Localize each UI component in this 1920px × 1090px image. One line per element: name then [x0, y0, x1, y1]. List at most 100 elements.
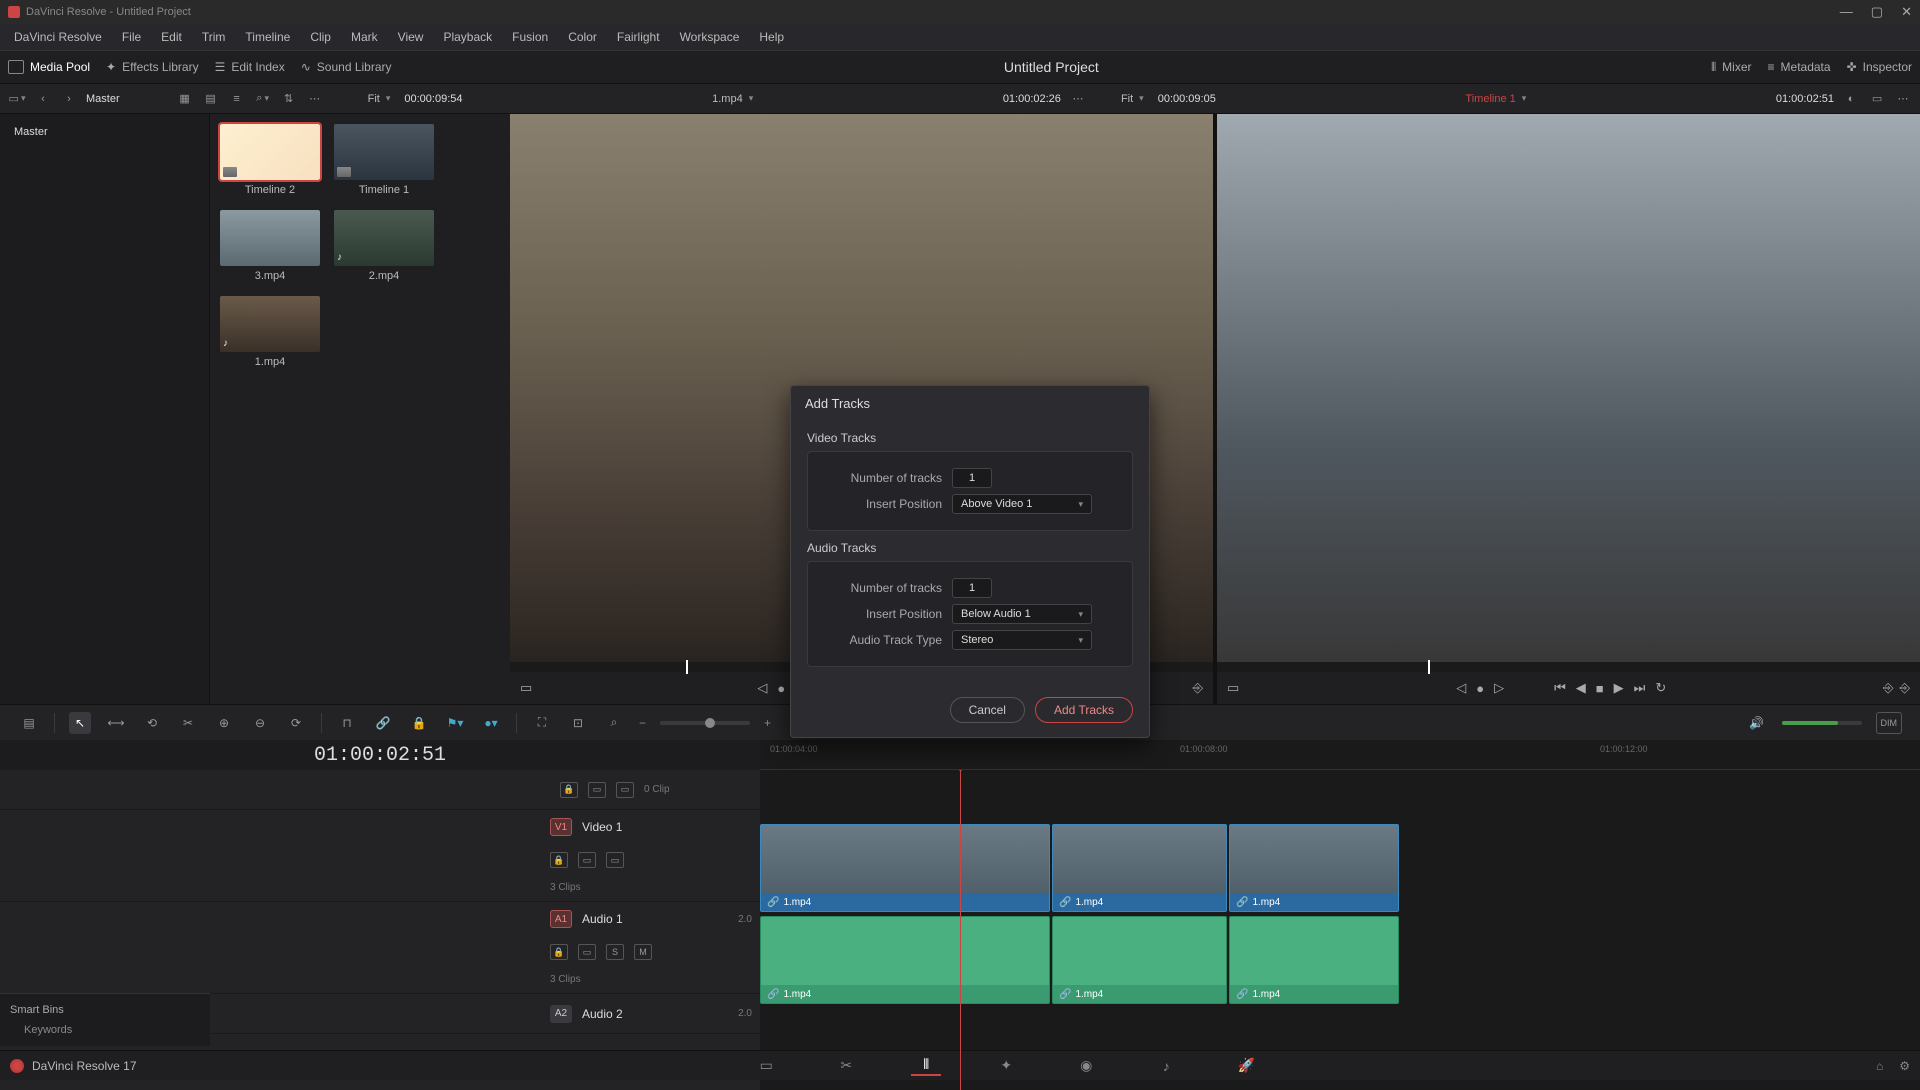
link-icon[interactable]: 🔗: [372, 712, 394, 734]
match-frame-icon[interactable]: ▭: [520, 680, 532, 696]
blade-tool[interactable]: ✂: [177, 712, 199, 734]
zoom-full-icon[interactable]: ⛶: [531, 712, 553, 734]
timeline-ruler[interactable]: 01:00:04:00 01:00:08:00 01:00:12:00: [760, 740, 1920, 770]
source-zoom-dropdown[interactable]: Fit: [362, 91, 397, 107]
audio-clip[interactable]: 🔗1.mp4: [1229, 916, 1399, 1004]
lock-icon[interactable]: 🔒: [560, 782, 578, 798]
replace-tool[interactable]: ⟳: [285, 712, 307, 734]
panel-sound-library[interactable]: ∿Sound Library: [301, 60, 392, 74]
jog-back-icon[interactable]: ◁: [757, 680, 767, 696]
timeline-view-options[interactable]: ▤: [18, 712, 40, 734]
audio-track-type-select[interactable]: Stereo: [952, 630, 1092, 650]
smart-bin-keywords[interactable]: Keywords: [10, 1020, 200, 1040]
dynamic-trim-tool[interactable]: ⟲: [141, 712, 163, 734]
source-clip-name[interactable]: 1.mp4: [706, 91, 759, 107]
page-fairlight[interactable]: ♪: [1151, 1056, 1181, 1076]
home-icon[interactable]: ⌂: [1876, 1059, 1883, 1073]
page-deliver[interactable]: 🚀: [1231, 1056, 1261, 1076]
video-track-count-input[interactable]: [952, 468, 992, 488]
clip-1mp4[interactable]: ♪ 1.mp4: [220, 296, 320, 368]
solo-button[interactable]: S: [606, 944, 624, 960]
nav-back[interactable]: ‹: [34, 90, 52, 108]
stop-icon[interactable]: ■: [1596, 681, 1604, 696]
track-badge-v1[interactable]: V1: [550, 818, 572, 836]
out-point-icon[interactable]: ⎆: [1900, 680, 1910, 696]
menu-davinci-resolve[interactable]: DaVinci Resolve: [6, 26, 110, 48]
flag-icon[interactable]: ⚑▾: [444, 712, 466, 734]
zoom-minus[interactable]: −: [639, 716, 646, 730]
jog-dot-icon[interactable]: ●: [1476, 681, 1484, 696]
in-point-icon[interactable]: ⎆: [1883, 680, 1893, 696]
nav-fwd[interactable]: ›: [60, 90, 78, 108]
track-badge-a1[interactable]: A1: [550, 910, 572, 928]
timeline-name-dropdown[interactable]: Timeline 1: [1459, 91, 1532, 107]
menu-view[interactable]: View: [390, 26, 432, 48]
auto-select-icon[interactable]: ▭: [578, 944, 596, 960]
search-icon[interactable]: ⌕: [254, 90, 272, 108]
first-frame-icon[interactable]: ⏮: [1554, 680, 1566, 696]
insert-tool[interactable]: ⊕: [213, 712, 235, 734]
video-clip[interactable]: 🔗1.mp4: [760, 824, 1050, 912]
bin-master[interactable]: Master: [8, 122, 201, 142]
panel-metadata[interactable]: ≡Metadata: [1768, 60, 1831, 74]
options-icon[interactable]: ⋯: [306, 90, 324, 108]
jog-back-icon[interactable]: ◁: [1456, 680, 1466, 696]
menu-fusion[interactable]: Fusion: [504, 26, 556, 48]
menu-fairlight[interactable]: Fairlight: [609, 26, 668, 48]
snap-icon[interactable]: ⊓: [336, 712, 358, 734]
loop-icon[interactable]: ↻: [1655, 680, 1666, 696]
audio-insert-position-select[interactable]: Below Audio 1: [952, 604, 1092, 624]
timeline-scrubber[interactable]: [1217, 662, 1920, 672]
maximize-button[interactable]: ▢: [1871, 4, 1883, 20]
audio-clip[interactable]: 🔗1.mp4: [760, 916, 1050, 1004]
auto-select-icon[interactable]: ▭: [578, 852, 596, 868]
source-options-icon[interactable]: ⋯: [1069, 90, 1087, 108]
zoom-plus[interactable]: +: [764, 716, 771, 730]
zoom-detail-icon[interactable]: ⊡: [567, 712, 589, 734]
view-thumb-grid-icon[interactable]: ▤: [202, 90, 220, 108]
menu-trim[interactable]: Trim: [194, 26, 234, 48]
menu-help[interactable]: Help: [751, 26, 792, 48]
selection-tool[interactable]: ↖: [69, 712, 91, 734]
playhead[interactable]: [960, 770, 961, 1090]
menu-playback[interactable]: Playback: [435, 26, 500, 48]
panel-mixer[interactable]: ⫴Mixer: [1711, 60, 1751, 75]
video-clip[interactable]: 🔗1.mp4: [1229, 824, 1399, 912]
panel-edit-index[interactable]: ☰Edit Index: [215, 60, 285, 74]
page-fusion[interactable]: ✦: [991, 1056, 1021, 1076]
page-edit[interactable]: ⫴: [911, 1056, 941, 1076]
overwrite-tool[interactable]: ⊖: [249, 712, 271, 734]
menu-color[interactable]: Color: [560, 26, 605, 48]
video-clip[interactable]: 🔗1.mp4: [1052, 824, 1227, 912]
timeline-content[interactable]: 🔗1.mp4 🔗1.mp4 🔗1.mp4 🔗1.mp4 🔗1.mp4 🔗1.mp…: [760, 770, 1920, 1090]
minimize-button[interactable]: —: [1840, 4, 1853, 20]
in-point-icon[interactable]: ⎆: [1193, 680, 1203, 696]
lock-icon[interactable]: 🔒: [550, 852, 568, 868]
add-tracks-button[interactable]: Add Tracks: [1035, 697, 1133, 723]
lock-icon[interactable]: 🔒: [550, 944, 568, 960]
track-badge-a2[interactable]: A2: [550, 1005, 572, 1023]
mute-button[interactable]: M: [634, 944, 652, 960]
pool-view-dropdown[interactable]: ▭: [8, 90, 26, 108]
page-media[interactable]: ▭: [751, 1056, 781, 1076]
clip-3mp4[interactable]: 3.mp4: [220, 210, 320, 282]
volume-icon[interactable]: 🔊: [1746, 712, 1768, 734]
single-viewer-icon[interactable]: ▭: [1868, 90, 1886, 108]
scrub-marker[interactable]: [1428, 660, 1430, 674]
track-header-a1[interactable]: A1 Audio 1 2.0 🔒 ▭ S M 3 Clips: [0, 902, 760, 994]
close-button[interactable]: ✕: [1901, 4, 1912, 20]
dim-button[interactable]: DIM: [1876, 712, 1903, 734]
page-cut[interactable]: ✂: [831, 1056, 861, 1076]
audio-clip[interactable]: 🔗1.mp4: [1052, 916, 1227, 1004]
cancel-button[interactable]: Cancel: [950, 697, 1025, 723]
play-icon[interactable]: ▶: [1614, 680, 1624, 696]
timeline-zoom-dropdown[interactable]: Fit: [1115, 91, 1150, 107]
disable-icon[interactable]: ▭: [606, 852, 624, 868]
clip-timeline-1[interactable]: Timeline 1: [334, 124, 434, 196]
marker-icon[interactable]: ●▾: [480, 712, 502, 734]
sort-icon[interactable]: ⇅: [280, 90, 298, 108]
view-thumb-large-icon[interactable]: ▦: [176, 90, 194, 108]
timeline-timecode[interactable]: 01:00:02:51: [0, 740, 760, 770]
project-settings-icon[interactable]: ⚙: [1899, 1059, 1910, 1073]
audio-track-count-input[interactable]: [952, 578, 992, 598]
